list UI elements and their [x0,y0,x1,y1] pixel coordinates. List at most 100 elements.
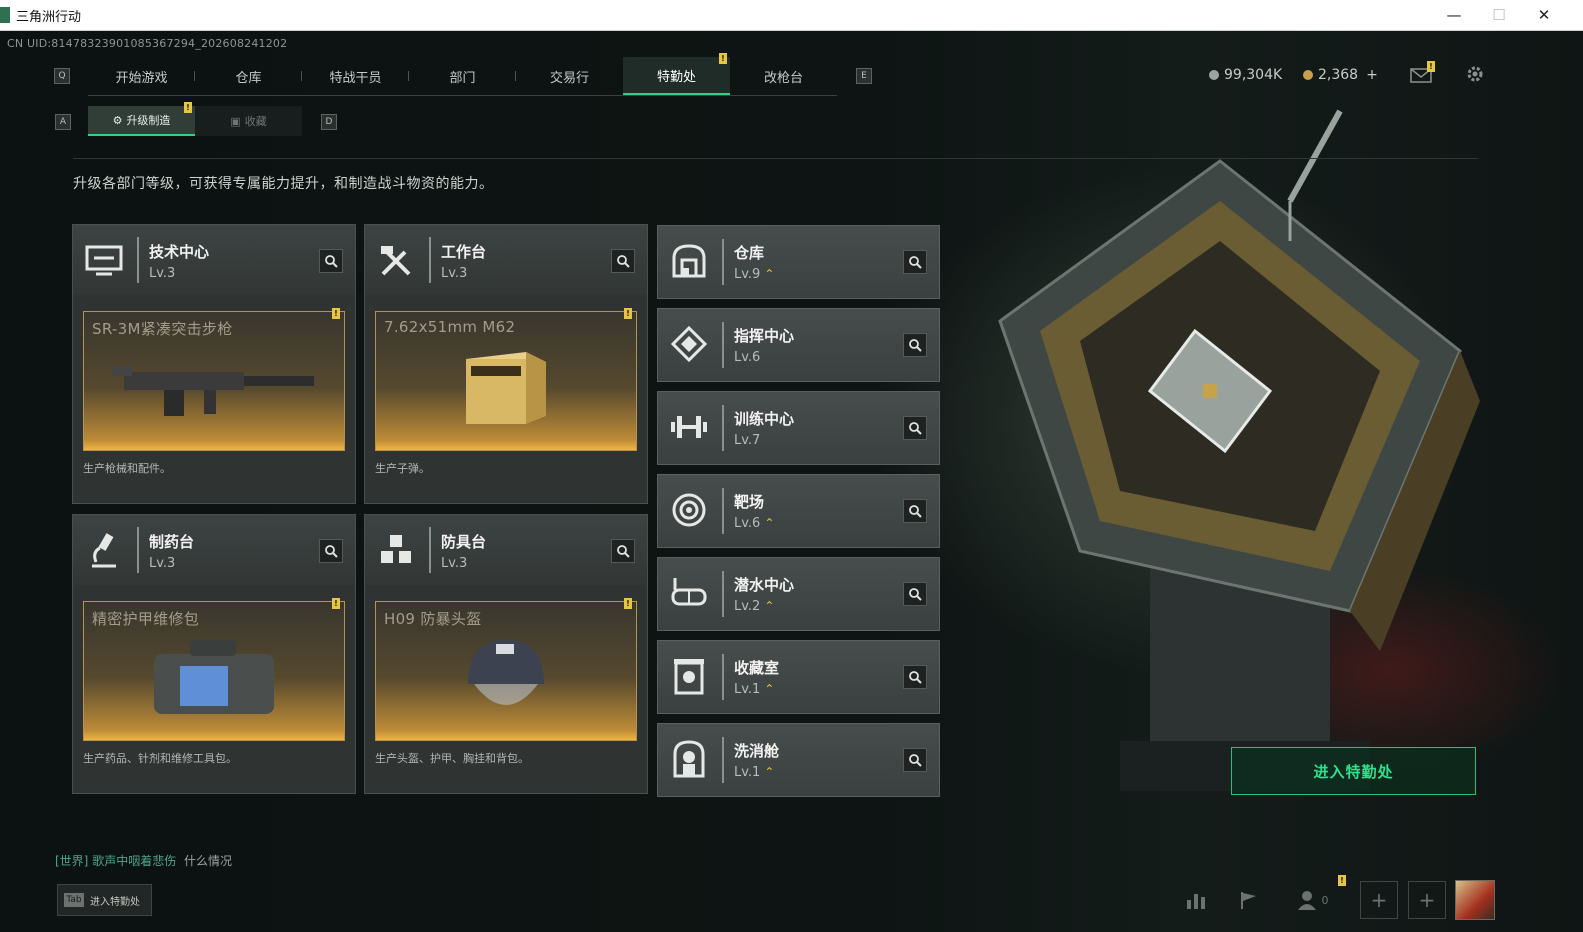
tab-gunsmith[interactable]: 改枪台 [730,57,837,95]
search-icon[interactable] [903,333,927,357]
dept-card-armory[interactable]: 防具台 Lv.3 H09 防暴头盔 ! 生产头盔、护甲、胸挂和背包。 [364,514,648,794]
separator [137,527,139,573]
tab-label: 开始游戏 [115,70,168,86]
search-icon[interactable] [903,250,927,274]
alert-badge: ! [719,53,727,64]
subtab-collect[interactable]: ▣ 收藏 [195,106,302,136]
minimize-button[interactable]: — [1431,0,1477,30]
tab-label: 特战干员 [329,70,382,86]
search-icon[interactable] [903,748,927,772]
alert-badge: ! [1338,875,1346,886]
chat-line[interactable]: [世界] 歌声中咽着悲伤 什么情况 [55,852,232,869]
collect-icon: ▣ [230,114,241,128]
dept-card-warehouse[interactable]: 仓库 Lv.9 ⌃ [657,225,940,299]
dept-level: Lv.3 [441,266,468,281]
tools-icon [375,240,417,282]
product-description: 生产枪械和配件。 [83,462,171,475]
decon-icon [668,738,710,780]
dept-card-decon-chamber[interactable]: 洗消舱 Lv.1 ⌃ [657,723,940,797]
add-slot-button[interactable]: + [1360,881,1398,919]
add-slot-button[interactable]: + [1408,881,1446,919]
dept-card-tech-center[interactable]: 技术中心 Lv.3 SR-3M紧凑突击步枪 ! 生产枪械和配件。 [72,224,356,504]
avatar[interactable] [1455,880,1495,920]
dept-level: Lv.1 ⌃ [734,765,774,780]
separator [722,654,724,700]
cubes-icon [375,530,417,572]
monitor-icon [83,240,125,282]
level-text: Lv.7 [734,433,761,448]
tab-department[interactable]: 部门 [409,57,516,95]
alert-badge: ! [332,598,340,609]
gold-amount: 2,368 [1318,67,1359,83]
dept-name: 靶场 [734,493,765,511]
chat-message: 什么情况 [184,854,233,868]
close-button[interactable]: ✕ [1521,0,1567,30]
search-icon[interactable] [903,499,927,523]
key-e-hint: E [856,68,872,84]
repair-kit-icon [154,640,274,714]
tab-operators[interactable]: 特战干员 [302,57,409,95]
maximize-button[interactable]: ☐ [1476,0,1522,30]
chat-user: 歌声中咽着悲伤 [92,854,177,868]
stats-icon[interactable] [1178,881,1214,919]
separator [722,239,724,285]
friends-button[interactable]: 0 ! [1288,875,1346,919]
upgrade-arrow-icon: ⌃ [764,267,775,281]
silver-currency: 99,304K [1209,67,1282,83]
tab-special-ops[interactable]: 特勤处 ! [623,53,730,95]
key-q-hint: Q [54,68,70,84]
search-icon[interactable] [903,665,927,689]
search-icon[interactable] [903,416,927,440]
tab-shortcut-button[interactable]: Tab 进入特勤处 [57,884,152,916]
tab-warehouse[interactable]: 仓库 [195,57,302,95]
dept-card-training-center[interactable]: 训练中心 Lv.7 [657,391,940,465]
dept-name: 仓库 [734,244,765,262]
dept-card-command-center[interactable]: 指挥中心 Lv.6 [657,308,940,382]
product-slot[interactable]: 7.62x51mm M62 ! [375,308,637,451]
search-icon[interactable] [611,249,635,273]
dept-level: Lv.3 [149,266,176,281]
level-text: Lv.1 [734,682,761,697]
tab-trading[interactable]: 交易行 [516,57,623,95]
enter-special-ops-button[interactable]: 进入特勤处 [1231,747,1476,795]
dept-name: 防具台 [441,533,487,551]
mail-icon[interactable]: ! [1410,61,1435,83]
subtab-upgrade[interactable]: ⚙ 升级制造 ! [88,102,195,136]
product-name: 7.62x51mm M62 [384,318,516,336]
level-text: Lv.9 [734,267,761,282]
product-slot[interactable]: H09 防暴头盔 ! [375,598,637,741]
dept-card-shooting-range[interactable]: 靶场 Lv.6 ⌃ [657,474,940,548]
uid-label: CN UID:81478323901085367294_202608241202 [7,37,288,50]
dept-level: Lv.9 ⌃ [734,267,774,282]
alert-badge: ! [332,308,340,319]
search-icon[interactable] [319,539,343,563]
dept-card-workbench[interactable]: 工作台 Lv.3 7.62x51mm M62 ! 生产子弹。 [364,224,648,504]
dept-card-collection-room[interactable]: 收藏室 Lv.1 ⌃ [657,640,940,714]
tab-start-game[interactable]: 开始游戏 [88,57,195,95]
product-slot[interactable]: SR-3M紧凑突击步枪 ! [83,308,345,451]
search-icon[interactable] [611,539,635,563]
dept-card-diving-center[interactable]: 潜水中心 Lv.2 ⌃ [657,557,940,631]
dept-header: 制药台 Lv.3 [73,515,355,585]
key-d-hint: D [321,114,337,130]
ammo-box-icon [466,352,546,424]
subtab-label: 收藏 [244,115,267,128]
separator [429,237,431,283]
product-slot[interactable]: 精密护甲维修包 ! [83,598,345,741]
add-gold-button[interactable]: + [1366,67,1378,83]
product-name: 精密护甲维修包 [92,610,200,628]
search-icon[interactable] [903,582,927,606]
dive-mask-icon [668,572,710,614]
dept-card-pharmacy[interactable]: 制药台 Lv.3 精密护甲维修包 ! 生产药品、针剂和维修工具包。 [72,514,356,794]
search-icon[interactable] [319,249,343,273]
tab-label: 特勤处 [656,69,696,85]
tab-key: Tab [64,893,84,907]
dept-name: 技术中心 [149,243,210,261]
gold-currency[interactable]: 2,368 + [1303,67,1378,83]
settings-gear-icon[interactable] [1465,64,1485,88]
window-title: 三角洲行动 [16,9,82,25]
flag-icon[interactable] [1230,881,1266,919]
microscope-icon [83,530,125,572]
dept-header: 技术中心 Lv.3 [73,225,355,295]
chip-icon [668,323,710,365]
